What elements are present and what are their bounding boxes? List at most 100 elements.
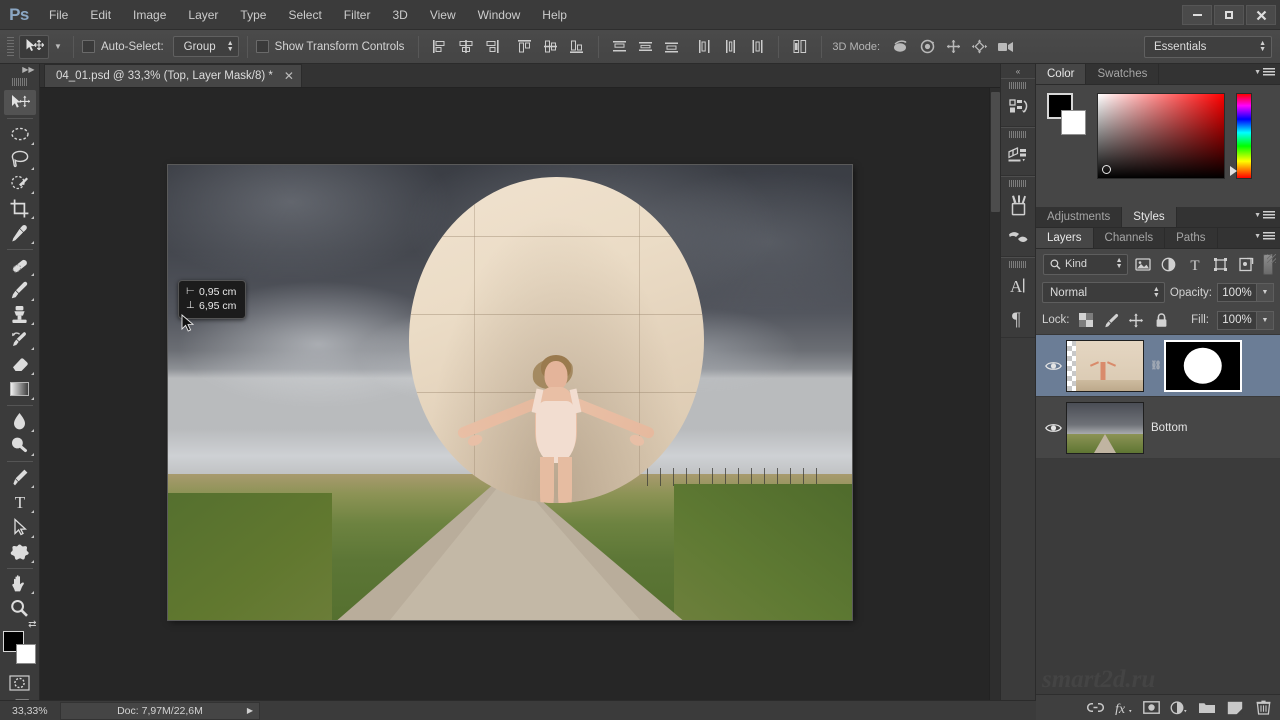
filter-adjustment-layers-icon[interactable] bbox=[1158, 254, 1179, 275]
masked-circle-layer[interactable] bbox=[409, 177, 704, 503]
lasso-tool[interactable] bbox=[4, 147, 36, 172]
custom-shape-tool[interactable] bbox=[4, 540, 36, 565]
maximize-button[interactable] bbox=[1214, 5, 1244, 25]
gradient-tool[interactable] bbox=[4, 377, 36, 402]
rotate-3d-object-button[interactable] bbox=[888, 36, 914, 58]
new-group-icon[interactable] bbox=[1196, 697, 1218, 719]
distribute-bottom-edges-button[interactable] bbox=[659, 35, 685, 59]
color-background-swatch[interactable] bbox=[1061, 110, 1086, 135]
spot-healing-brush-tool[interactable] bbox=[4, 253, 36, 278]
tab-layers[interactable]: Layers bbox=[1036, 228, 1094, 248]
drag-3d-object-button[interactable] bbox=[940, 36, 966, 58]
align-bottom-edges-button[interactable] bbox=[564, 35, 590, 59]
delete-layer-icon[interactable] bbox=[1252, 697, 1274, 719]
align-vertical-centers-button[interactable] bbox=[538, 35, 564, 59]
workspace-dropdown[interactable]: Essentials ▲ ▼ bbox=[1144, 35, 1272, 58]
background-color-swatch[interactable] bbox=[15, 644, 36, 665]
fill-value[interactable]: 100% bbox=[1217, 310, 1257, 330]
layer-visibility-toggle[interactable] bbox=[1040, 360, 1066, 372]
show-transform-controls-checkbox[interactable] bbox=[255, 40, 269, 53]
lock-transparent-pixels-icon[interactable] bbox=[1078, 311, 1095, 329]
clone-stamp-tool[interactable] bbox=[4, 303, 36, 328]
canvas-scroll-thumb[interactable] bbox=[991, 92, 1000, 212]
add-layer-style-icon[interactable]: fx bbox=[1112, 697, 1134, 719]
link-layers-icon[interactable] bbox=[1084, 697, 1106, 719]
tab-color[interactable]: Color bbox=[1036, 64, 1087, 84]
layer-thumbnail[interactable] bbox=[1066, 401, 1144, 454]
add-layer-mask-icon[interactable] bbox=[1140, 697, 1162, 719]
rectangular-marquee-tool[interactable] bbox=[4, 122, 36, 147]
align-right-edges-button[interactable] bbox=[479, 35, 505, 59]
quick-selection-tool[interactable] bbox=[4, 172, 36, 197]
menu-view[interactable]: View bbox=[419, 0, 467, 30]
menu-image[interactable]: Image bbox=[122, 0, 177, 30]
menu-window[interactable]: Window bbox=[467, 0, 532, 30]
opacity-slider-caret[interactable]: ▼ bbox=[1257, 283, 1274, 302]
color-panel[interactable] bbox=[1036, 85, 1280, 263]
filter-shape-layers-icon[interactable] bbox=[1210, 254, 1231, 275]
color-panel-menu-button[interactable]: ▼ bbox=[1254, 68, 1275, 77]
distribute-left-edges-button[interactable] bbox=[692, 35, 718, 59]
brush-panel-icon[interactable] bbox=[1001, 221, 1035, 253]
filter-pixel-layers-icon[interactable] bbox=[1133, 254, 1154, 275]
lock-all-icon[interactable] bbox=[1153, 311, 1170, 329]
menu-type[interactable]: Type bbox=[229, 0, 277, 30]
distribute-top-edges-button[interactable] bbox=[607, 35, 633, 59]
quick-mask-button[interactable] bbox=[4, 670, 36, 695]
new-adjustment-layer-icon[interactable] bbox=[1168, 697, 1190, 719]
menu-filter[interactable]: Filter bbox=[333, 0, 382, 30]
minimize-button[interactable] bbox=[1182, 5, 1212, 25]
layer-thumbnail[interactable] bbox=[1066, 339, 1144, 392]
scale-3d-object-button[interactable] bbox=[992, 36, 1018, 58]
opacity-value[interactable]: 100% bbox=[1217, 283, 1257, 302]
options-bar-grip[interactable] bbox=[7, 36, 14, 57]
move-tool[interactable] bbox=[3, 90, 36, 116]
layer-filter-kind-dropdown[interactable]: Kind ▲ ▼ bbox=[1043, 253, 1128, 275]
dock-grip[interactable] bbox=[1009, 131, 1027, 138]
document-tab[interactable]: 04_01.psd @ 33,3% (Top, Layer Mask/8) * … bbox=[44, 64, 302, 87]
auto-align-layers-button[interactable] bbox=[787, 35, 813, 59]
layers-panel-menu-button[interactable]: ▼ bbox=[1254, 232, 1275, 241]
3d-panel-icon[interactable] bbox=[1001, 140, 1035, 172]
document-tab-close-icon[interactable]: ✕ bbox=[284, 69, 294, 83]
layer-visibility-toggle[interactable] bbox=[1040, 422, 1066, 434]
distribute-horizontal-centers-button[interactable] bbox=[718, 35, 744, 59]
distribute-vertical-centers-button[interactable] bbox=[633, 35, 659, 59]
menu-3d[interactable]: 3D bbox=[381, 0, 418, 30]
close-button[interactable] bbox=[1246, 5, 1276, 25]
hue-slider[interactable] bbox=[1230, 93, 1252, 179]
crop-tool[interactable] bbox=[4, 196, 36, 221]
artboard[interactable] bbox=[168, 165, 852, 620]
lock-position-icon[interactable] bbox=[1128, 311, 1145, 329]
layer-mask-thumbnail[interactable] bbox=[1164, 339, 1242, 392]
blur-tool[interactable] bbox=[4, 409, 36, 434]
table-row[interactable]: ⛓ bbox=[1036, 335, 1280, 397]
path-selection-tool[interactable] bbox=[4, 515, 36, 540]
pen-tool[interactable] bbox=[4, 465, 36, 490]
align-horizontal-centers-button[interactable] bbox=[453, 35, 479, 59]
menu-file[interactable]: File bbox=[38, 0, 79, 30]
brush-presets-panel-icon[interactable] bbox=[1001, 189, 1035, 221]
filter-smart-object-layers-icon[interactable] bbox=[1236, 254, 1257, 275]
character-panel-icon[interactable]: A bbox=[1001, 270, 1035, 302]
zoom-tool[interactable] bbox=[4, 596, 36, 621]
blend-mode-dropdown[interactable]: Normal ▲ ▼ bbox=[1042, 282, 1165, 303]
toolbar-collapse-button[interactable]: ▶▶ bbox=[0, 64, 40, 76]
document-info[interactable]: Doc: 7,97M/22,6M ▶ bbox=[60, 701, 260, 720]
new-layer-icon[interactable] bbox=[1224, 697, 1246, 719]
menu-edit[interactable]: Edit bbox=[79, 0, 122, 30]
toolbar-grip[interactable] bbox=[11, 77, 28, 87]
history-panel-icon[interactable] bbox=[1001, 91, 1035, 123]
zoom-level[interactable]: 33,33% bbox=[0, 705, 56, 717]
roll-3d-object-button[interactable] bbox=[914, 36, 940, 58]
dock-collapse-button[interactable]: « bbox=[1001, 64, 1035, 78]
document-info-expand-icon[interactable]: ▶ bbox=[247, 706, 253, 715]
lock-image-pixels-icon[interactable] bbox=[1103, 311, 1120, 329]
align-top-edges-button[interactable] bbox=[512, 35, 538, 59]
table-row[interactable]: Bottom bbox=[1036, 397, 1280, 459]
auto-select-checkbox[interactable] bbox=[82, 40, 95, 53]
tool-preset-caret[interactable]: ▼ bbox=[51, 42, 65, 51]
menu-select[interactable]: Select bbox=[277, 0, 332, 30]
mask-link-icon[interactable]: ⛓ bbox=[1150, 360, 1161, 371]
tab-styles[interactable]: Styles bbox=[1122, 207, 1177, 227]
